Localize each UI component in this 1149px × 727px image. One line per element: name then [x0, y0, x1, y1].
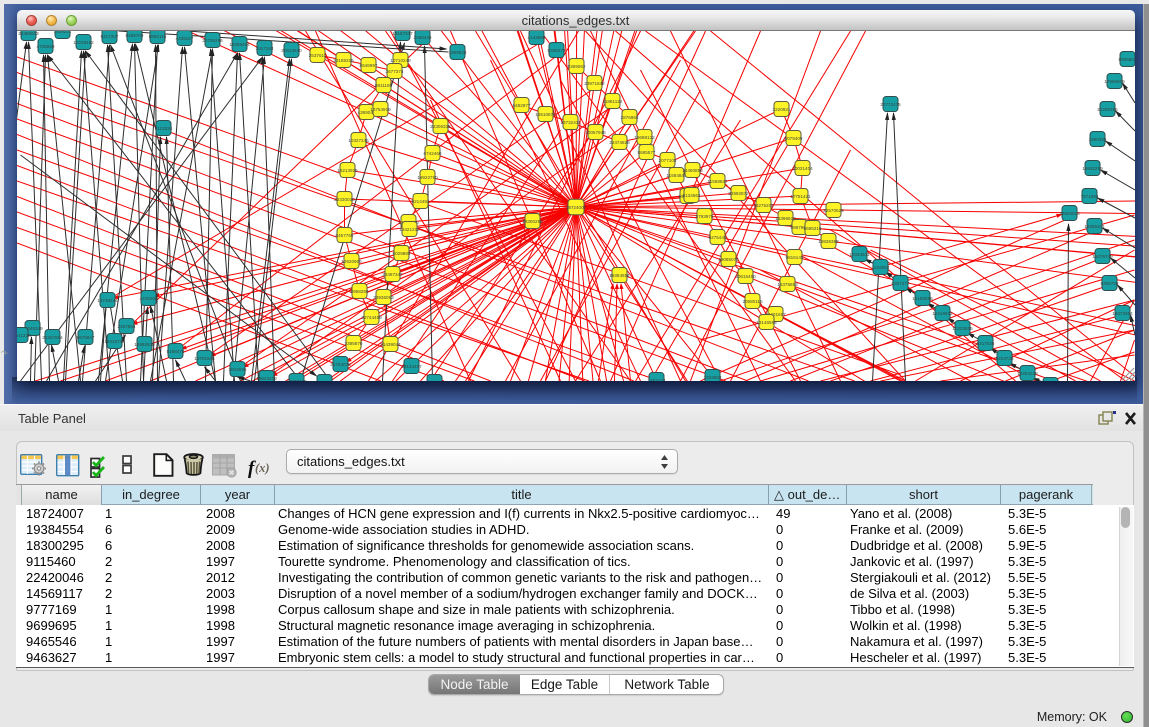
svg-text:(x): (x) — [255, 461, 270, 475]
